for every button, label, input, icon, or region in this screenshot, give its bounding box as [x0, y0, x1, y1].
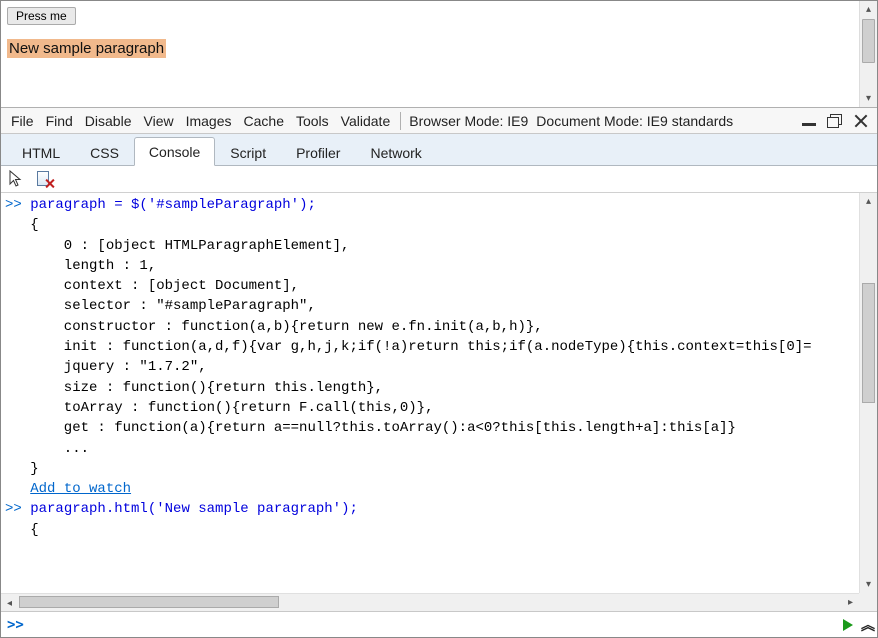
- scroll-down-icon[interactable]: ▾: [860, 576, 877, 593]
- menu-validate[interactable]: Validate: [335, 111, 397, 131]
- console-toolbar: [1, 166, 877, 193]
- devtools-panel: File Find Disable View Images Cache Tool…: [1, 108, 877, 637]
- press-me-button[interactable]: Press me: [7, 7, 76, 25]
- menu-separator: [400, 112, 401, 130]
- menu-tools[interactable]: Tools: [290, 111, 335, 131]
- scroll-thumb[interactable]: [19, 596, 279, 608]
- tab-script[interactable]: Script: [215, 138, 281, 166]
- run-icon[interactable]: [843, 619, 853, 631]
- restore-icon[interactable]: [827, 114, 843, 128]
- scroll-thumb[interactable]: [862, 19, 875, 63]
- scroll-corner: [859, 593, 877, 611]
- browser-mode-label[interactable]: Browser Mode: IE9: [405, 111, 532, 131]
- minimize-icon[interactable]: [801, 114, 817, 128]
- console-input-bar: >> ︽: [1, 611, 877, 637]
- devtools-tab-bar: HTML CSS Console Script Profiler Network: [1, 134, 877, 166]
- scroll-left-icon[interactable]: ◂: [1, 595, 18, 611]
- menu-images[interactable]: Images: [180, 111, 238, 131]
- menu-find[interactable]: Find: [40, 111, 79, 131]
- menu-cache[interactable]: Cache: [238, 111, 290, 131]
- menu-disable[interactable]: Disable: [79, 111, 138, 131]
- console-output[interactable]: >> paragraph = $('#sampleParagraph'); { …: [1, 193, 859, 611]
- add-to-watch-link[interactable]: Add to watch: [30, 481, 131, 497]
- tab-profiler[interactable]: Profiler: [281, 138, 355, 166]
- rendered-page: Press me New sample paragraph ▴ ▾: [1, 1, 877, 108]
- page-scrollbar[interactable]: ▴ ▾: [859, 1, 877, 107]
- console-body: >> paragraph = $('#sampleParagraph'); { …: [1, 193, 877, 611]
- console-input-prompt: >>: [7, 617, 24, 633]
- sample-paragraph: New sample paragraph: [7, 39, 166, 58]
- close-icon[interactable]: [853, 114, 869, 128]
- tab-css[interactable]: CSS: [75, 138, 134, 166]
- devtools-menu-bar: File Find Disable View Images Cache Tool…: [1, 108, 877, 134]
- document-mode-label[interactable]: Document Mode: IE9 standards: [532, 111, 737, 131]
- console-input[interactable]: [30, 617, 843, 633]
- select-element-icon[interactable]: [7, 169, 25, 190]
- console-vscrollbar[interactable]: ▴ ▾: [859, 193, 877, 593]
- scroll-right-icon[interactable]: ▸: [842, 594, 859, 611]
- clear-console-icon[interactable]: [35, 170, 55, 188]
- tab-html[interactable]: HTML: [7, 138, 75, 166]
- scroll-thumb[interactable]: [862, 283, 875, 403]
- scroll-down-icon[interactable]: ▾: [860, 90, 877, 107]
- console-hscrollbar[interactable]: ◂ ▸: [1, 593, 859, 611]
- multiline-toggle-icon[interactable]: ︽: [861, 615, 871, 635]
- tab-console[interactable]: Console: [134, 137, 215, 166]
- scroll-up-icon[interactable]: ▴: [860, 193, 877, 210]
- menu-view[interactable]: View: [138, 111, 180, 131]
- tab-network[interactable]: Network: [355, 138, 436, 166]
- menu-file[interactable]: File: [5, 111, 40, 131]
- scroll-up-icon[interactable]: ▴: [860, 1, 877, 18]
